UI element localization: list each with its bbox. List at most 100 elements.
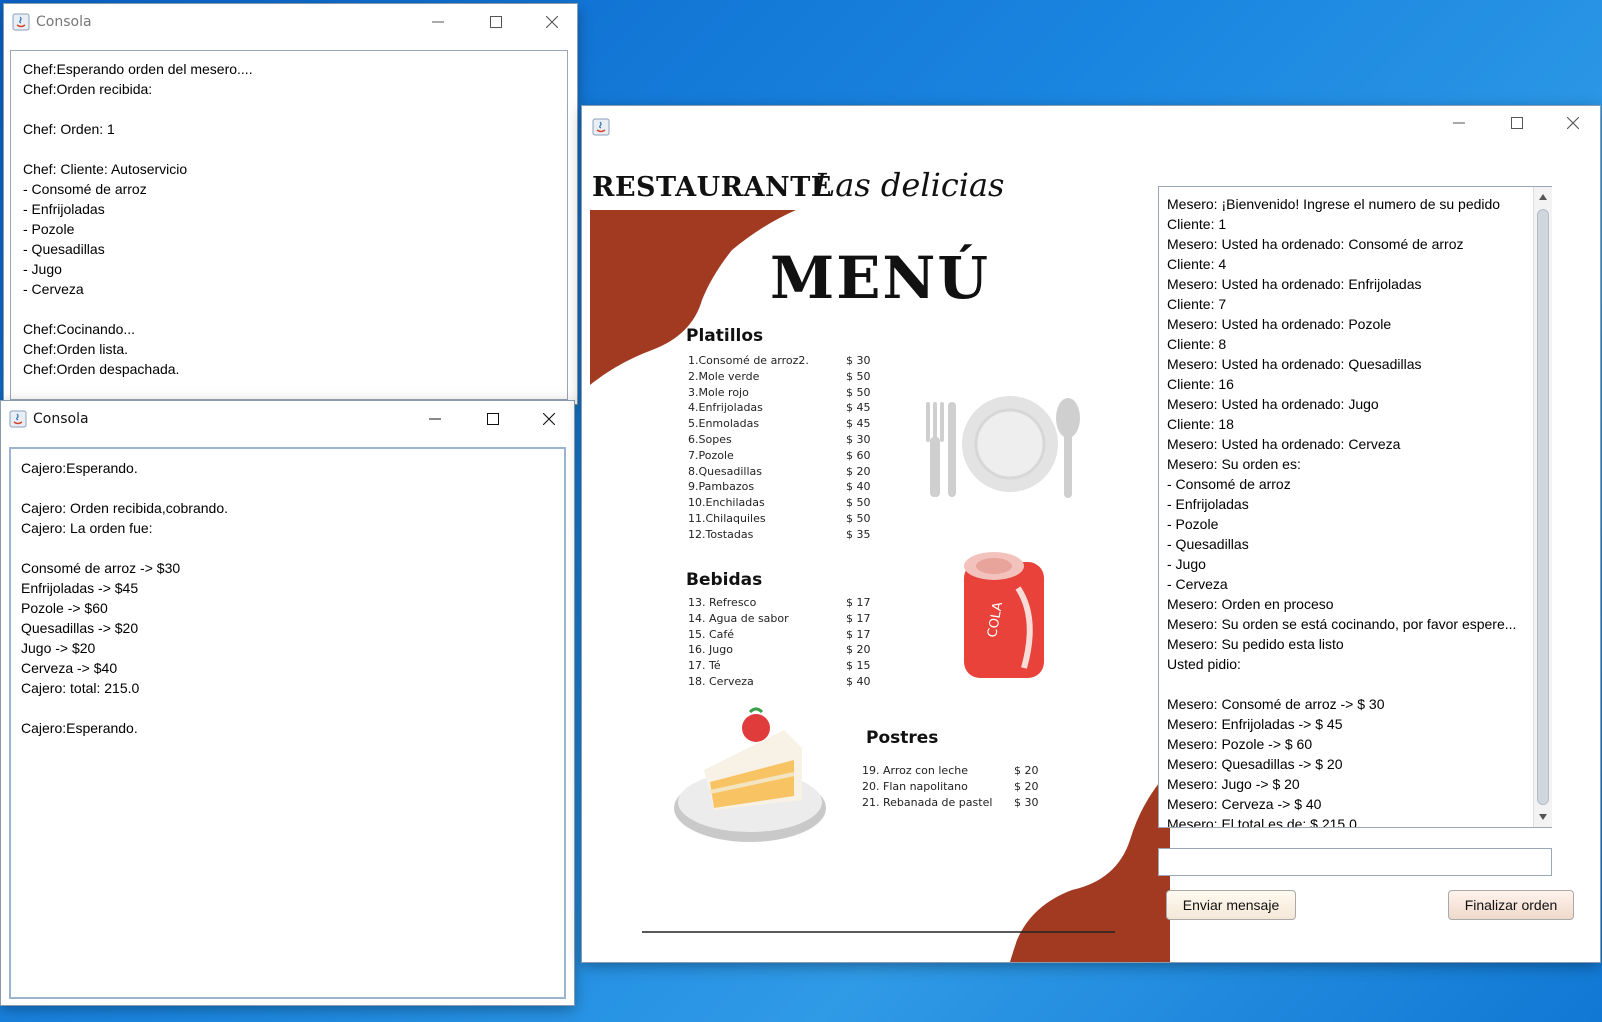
output-line: Cajero: total: 215.0: [21, 680, 140, 696]
output-line: Mesero: Cerveza -> $ 40: [1167, 796, 1322, 812]
title-bar[interactable]: Consola: [4, 4, 577, 40]
menu-item-name: 21. Rebanada de pastel: [862, 795, 993, 809]
title-bar[interactable]: Consola: [1, 401, 574, 437]
menu-item-name: 16. Jugo: [688, 643, 733, 657]
output-line: - Cerveza: [1167, 576, 1228, 592]
output-line: Mesero: Su orden se está cocinando, por …: [1167, 616, 1517, 632]
menu-item-price: $ 30: [846, 433, 871, 446]
menu-item-name: 17. Té: [688, 659, 721, 673]
menu-item-price: $ 35: [846, 527, 871, 541]
message-input[interactable]: [1158, 848, 1552, 876]
close-icon: [546, 16, 558, 28]
menu-item-name: 3.Mole rojo: [688, 385, 749, 399]
output-line: Mesero: Usted ha ordenado: Pozole: [1167, 316, 1392, 332]
chef-output-area[interactable]: Chef:Esperando orden del mesero.... Chef:…: [10, 50, 568, 400]
output-line: - Pozole: [1167, 516, 1219, 532]
minimize-button[interactable]: [412, 401, 458, 437]
output-line: - Consomé de arroz: [1167, 476, 1291, 492]
output-line: Mesero: ¡Bienvenido! Ingrese el numero d…: [1167, 196, 1501, 212]
java-app-icon: [12, 13, 30, 31]
window-title: Consola: [36, 14, 92, 30]
menu-item-price: $ 20: [1014, 779, 1039, 793]
scroll-thumb[interactable]: [1537, 209, 1549, 805]
chef-console-window[interactable]: Consola Chef:Esperando orden del mesero.…: [4, 4, 577, 404]
output-line: - Enfrijoladas: [1167, 496, 1249, 512]
output-line: Chef:Esperando orden del mesero....: [23, 61, 253, 77]
chat-scrollbar[interactable]: [1533, 187, 1552, 827]
output-line: Consomé de arroz -> $30: [21, 560, 181, 576]
menu-item-price: $ 50: [846, 512, 871, 525]
section-title-bebidas: Bebidas: [686, 570, 763, 590]
minimize-button[interactable]: [415, 4, 461, 40]
output-line: Cajero: La orden fue:: [21, 520, 153, 536]
menu-item-price: $ 30: [1014, 795, 1039, 809]
maximize-button[interactable]: [470, 401, 516, 437]
chef-lines: Chef:Esperando orden del mesero.... Chef:…: [23, 59, 555, 379]
output-line: Mesero: Usted ha ordenado: Enfrijoladas: [1167, 276, 1422, 292]
cajero-output-area[interactable]: Cajero:Esperando. Cajero: Orden recibida,…: [9, 447, 566, 999]
scroll-up-icon[interactable]: [1534, 189, 1552, 205]
section-title-platillos: Platillos: [686, 326, 764, 346]
output-line: Mesero: Su pedido esta listo: [1167, 636, 1344, 652]
menu-item-price: $ 50: [846, 385, 871, 399]
window-title: Consola: [33, 411, 89, 427]
output-line: - Quesadillas: [23, 241, 105, 257]
menu-item-name: 4.Enfrijoladas: [688, 401, 763, 415]
title-bar[interactable]: [582, 106, 1600, 150]
send-message-button[interactable]: Enviar mensaje: [1166, 890, 1296, 920]
output-line: Mesero: Su orden es:: [1167, 456, 1301, 472]
output-line: Cliente: 18: [1167, 416, 1234, 432]
scroll-down-icon[interactable]: [1534, 809, 1552, 825]
menu-item-name: 7.Pozole: [688, 448, 734, 462]
close-button[interactable]: [529, 4, 575, 40]
menu-item-price: $ 17: [846, 611, 871, 625]
maximize-button[interactable]: [1494, 106, 1540, 140]
menu-item-price: $ 60: [846, 448, 871, 462]
minimize-button[interactable]: [1436, 106, 1482, 140]
output-line: - Jugo: [23, 261, 62, 277]
menu-item-price: $ 40: [846, 675, 871, 688]
menu-item-price: $ 20: [846, 643, 871, 657]
menu-item-price: $ 17: [846, 627, 871, 641]
close-icon: [1567, 117, 1579, 129]
cajero-console-window[interactable]: Consola Cajero:Esperando. Cajero: Orden r…: [1, 401, 574, 1005]
finish-order-button[interactable]: Finalizar orden: [1448, 890, 1574, 920]
close-icon: [543, 413, 555, 425]
menu-item-price: $ 50: [846, 496, 871, 510]
menu-heading: MENÚ: [770, 244, 991, 312]
minimize-icon: [429, 418, 441, 420]
close-button[interactable]: [1550, 106, 1596, 140]
output-line: Cajero:Esperando.: [21, 720, 138, 736]
output-line: Mesero: Usted ha ordenado: Jugo: [1167, 396, 1379, 412]
output-line: Mesero: Jugo -> $ 20: [1167, 776, 1300, 792]
menu-item-price: $ 17: [846, 596, 871, 609]
menu-item-name: 1.Consomé de arroz2.: [688, 354, 809, 367]
close-button[interactable]: [526, 401, 572, 437]
minimize-icon: [432, 21, 444, 23]
cola-can-icon: COLA: [964, 552, 1044, 678]
section-title-postres: Postres: [866, 728, 939, 748]
menu-item-price: $ 30: [846, 354, 871, 367]
mesero-window[interactable]: RESTAURANTE Las delicias MENÚ Platillos …: [582, 106, 1600, 962]
chat-log-area[interactable]: Mesero: ¡Bienvenido! Ingrese el numero d…: [1158, 186, 1552, 828]
output-line: Chef:Cocinando...: [23, 321, 136, 337]
output-line: - Enfrijoladas: [23, 201, 105, 217]
menu-item-name: 9.Pambazos: [688, 480, 755, 494]
menu-item-name: 15. Café: [688, 627, 735, 641]
output-line: Cajero:Esperando.: [21, 460, 138, 476]
menu-item-name: 6.Sopes: [688, 433, 732, 446]
maximize-button[interactable]: [473, 4, 519, 40]
output-line: Cliente: 7: [1167, 296, 1227, 312]
output-line: Cliente: 16: [1167, 376, 1234, 392]
output-line: Mesero: Enfrijoladas -> $ 45: [1167, 716, 1343, 732]
java-app-icon: [592, 118, 610, 136]
menu-item-name: 14. Agua de sabor: [688, 611, 789, 625]
output-line: - Consomé de arroz: [23, 181, 147, 197]
menu-item-price: $ 45: [846, 417, 871, 431]
output-line: Chef:Orden lista.: [23, 341, 129, 357]
menu-item-price: $ 45: [846, 401, 871, 415]
output-line: Mesero: El total es de: $ 215.0: [1167, 816, 1357, 828]
